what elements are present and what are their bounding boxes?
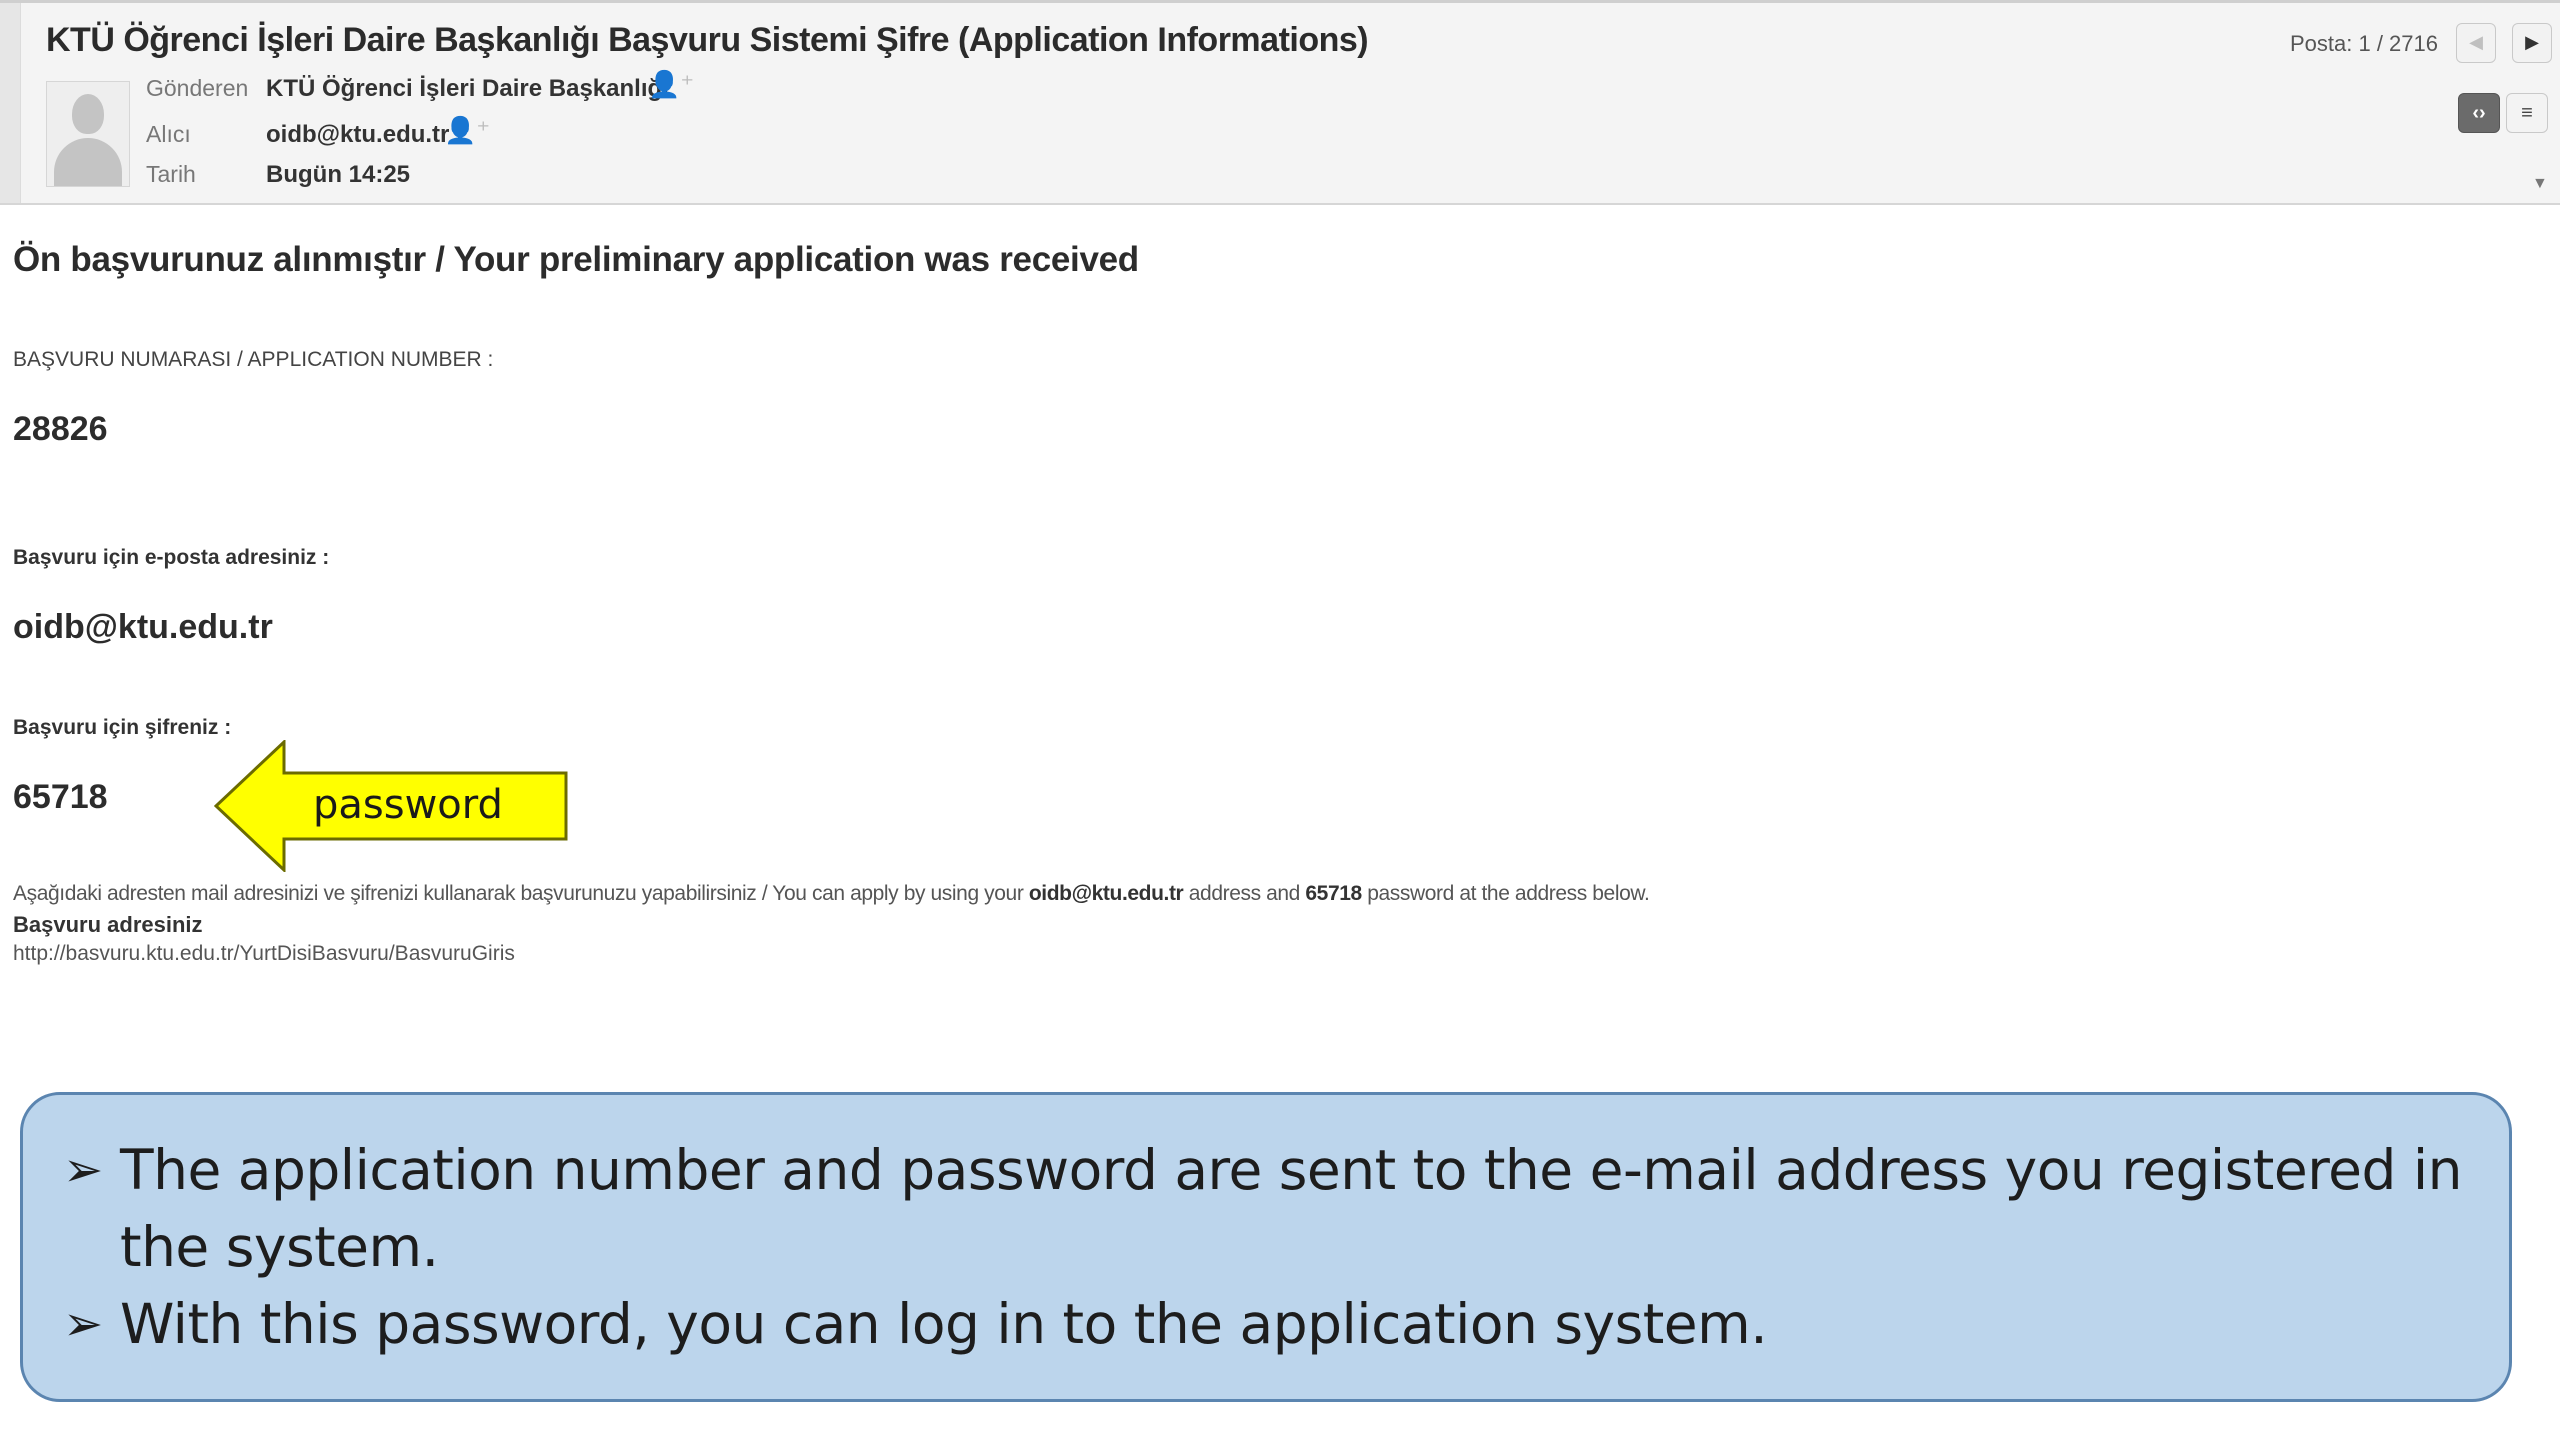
header-left-strip [0, 3, 21, 203]
message-heading: Ön başvurunuz alınmıştır / Your prelimin… [13, 240, 1139, 279]
info-item-text: The application number and password are … [120, 1138, 2463, 1279]
application-number-value: 28826 [13, 410, 108, 448]
instruction-part-2: address and [1183, 882, 1306, 905]
email-address-value: oidb@ktu.edu.tr [13, 608, 273, 646]
instruction-password: 65718 [1305, 882, 1362, 905]
password-label: Başvuru için şifreniz : [13, 716, 232, 739]
arrow-bullet-icon: ➢ [63, 1296, 103, 1352]
to-value[interactable]: oidb@ktu.edu.tr [266, 121, 449, 149]
instruction-part-1: Aşağıdaki adresten mail adresinizi ve şi… [13, 882, 1029, 905]
html-view-button[interactable]: ‹› [2458, 93, 2500, 133]
date-value: Bugün 14:25 [266, 161, 411, 188]
application-number-label: BAŞVURU NUMARASI / APPLICATION NUMBER : [13, 348, 494, 371]
application-address-link[interactable]: http://basvuru.ktu.edu.tr/YurtDisiBasvur… [13, 942, 515, 966]
application-address-title: Başvuru adresiniz [13, 912, 203, 937]
email-header: KTÜ Öğrenci İşleri Daire Başkanlığı Başv… [0, 0, 2560, 205]
instruction-email: oidb@ktu.edu.tr [1028, 882, 1184, 905]
date-label: Tarih [146, 161, 196, 187]
email-subject: KTÜ Öğrenci İşleri Daire Başkanlığı Başv… [46, 21, 1369, 59]
message-position: Posta: 1 / 2716 [2290, 31, 2438, 56]
add-contact-icon[interactable]: 👤⁺ [648, 71, 694, 97]
to-label: Alıcı [146, 121, 191, 147]
add-contact-icon[interactable]: 👤⁺ [444, 117, 490, 143]
instruction-part-3: password at the address below. [1361, 882, 1650, 905]
arrow-bullet-icon: ➢ [63, 1142, 103, 1198]
chevron-left-icon: ◀ [2469, 32, 2483, 52]
chevron-right-icon: ▶ [2525, 32, 2539, 52]
instruction-text: Aşağıdaki adresten mail adresinizi ve şi… [13, 882, 1650, 906]
next-message-button[interactable]: ▶ [2512, 23, 2552, 63]
from-label: Gönderen [146, 75, 249, 101]
previous-message-button[interactable]: ◀ [2456, 23, 2496, 63]
email-address-label: Başvuru için e-posta adresiniz : [13, 546, 330, 569]
info-box: ➢ The application number and password ar… [20, 1092, 2512, 1402]
from-value[interactable]: KTÜ Öğrenci İşleri Daire Başkanlığı [266, 75, 669, 103]
expand-header-icon[interactable]: ▼ [2532, 175, 2548, 193]
code-view-icon: ‹› [2472, 102, 2486, 124]
info-item: ➢ The application number and password ar… [63, 1132, 2483, 1286]
callout-label: password [313, 782, 503, 828]
password-value: 65718 [13, 778, 108, 816]
info-item-text: With this password, you can log in to th… [120, 1292, 1768, 1356]
sender-avatar [46, 81, 130, 187]
plain-text-view-button[interactable]: ≡ [2506, 93, 2548, 133]
list-view-icon: ≡ [2521, 102, 2533, 124]
info-item: ➢ With this password, you can log in to … [63, 1286, 2483, 1363]
